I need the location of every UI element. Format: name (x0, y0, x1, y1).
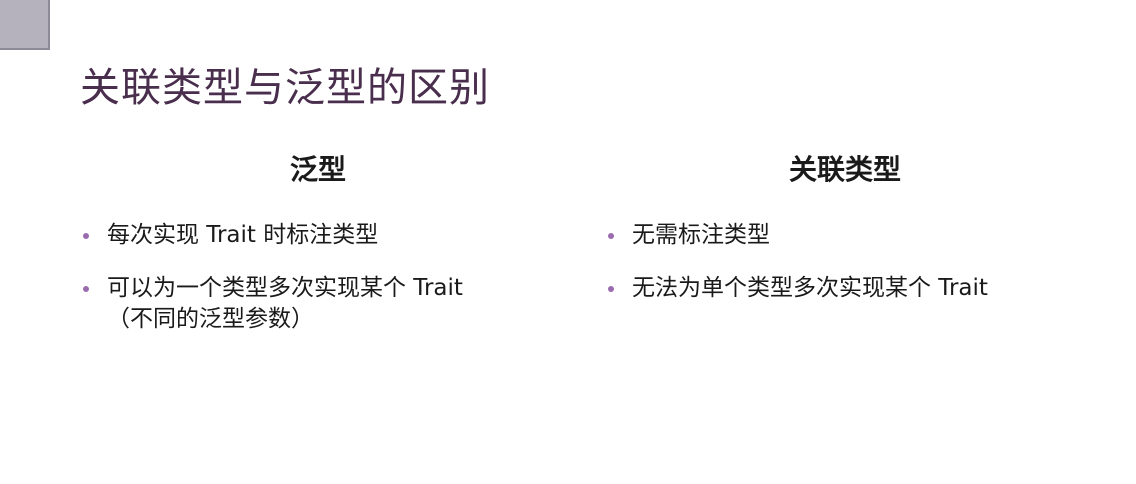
list-item: 无法为单个类型多次实现某个 Trait (605, 273, 1085, 304)
bullet-text: 可以为一个类型多次实现某个 Trait （不同的泛型参数） (107, 273, 530, 335)
list-item: 可以为一个类型多次实现某个 Trait （不同的泛型参数） (80, 273, 530, 335)
bullet-text: 每次实现 Trait 时标注类型 (107, 220, 530, 251)
associated-types-column: 关联类型 无需标注类型 无法为单个类型多次实现某个 Trait (605, 150, 1085, 326)
bullet-dot-icon (83, 286, 89, 292)
slide-title: 关联类型与泛型的区别 (80, 65, 490, 111)
generics-bullet-list: 每次实现 Trait 时标注类型 可以为一个类型多次实现某个 Trait （不同… (80, 220, 530, 335)
bullet-dot-icon (608, 286, 614, 292)
list-item: 无需标注类型 (605, 220, 1085, 251)
generics-column: 泛型 每次实现 Trait 时标注类型 可以为一个类型多次实现某个 Trait … (80, 150, 530, 357)
associated-types-heading: 关联类型 (788, 153, 901, 186)
bullet-line: 无法为单个类型多次实现某个 Trait (632, 275, 988, 301)
bullet-line: 每次实现 Trait 时标注类型 (107, 222, 379, 248)
associated-types-bullet-list: 无需标注类型 无法为单个类型多次实现某个 Trait (605, 220, 1085, 304)
bullet-line: 可以为一个类型多次实现某个 Trait (107, 275, 463, 301)
bullet-line: 无需标注类型 (632, 222, 770, 248)
corner-decoration (0, 0, 50, 50)
bullet-text: 无法为单个类型多次实现某个 Trait (632, 273, 1085, 304)
bullet-text: 无需标注类型 (632, 220, 1085, 251)
generics-heading: 泛型 (289, 153, 346, 186)
list-item: 每次实现 Trait 时标注类型 (80, 220, 530, 251)
bullet-line-continuation: （不同的泛型参数） (107, 306, 314, 332)
bullet-dot-icon (608, 233, 614, 239)
bullet-dot-icon (83, 233, 89, 239)
